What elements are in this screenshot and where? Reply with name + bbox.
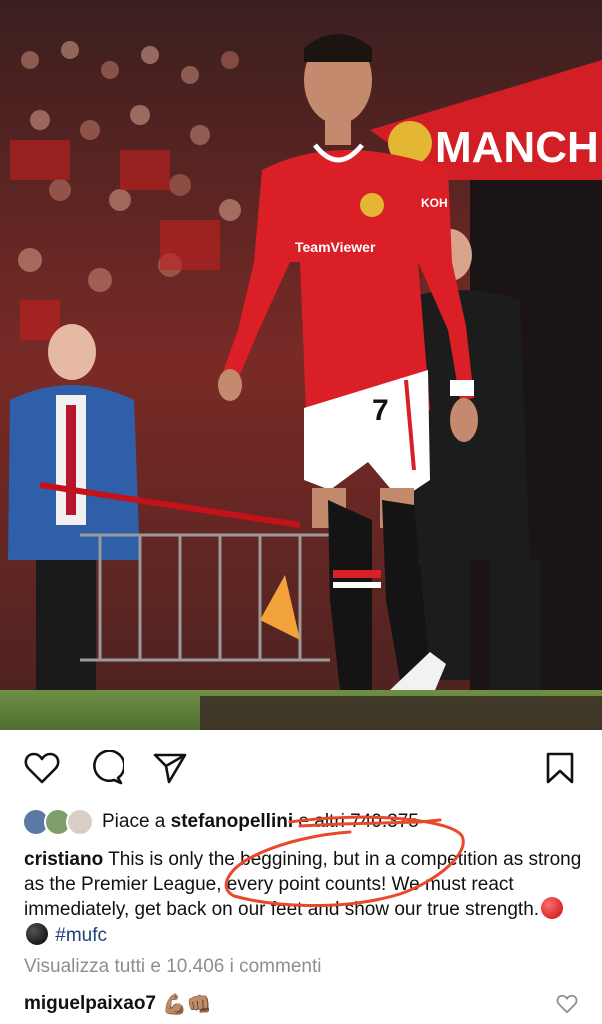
caption-text: This is only the beggining, but in a com… xyxy=(24,849,582,920)
comment-icon[interactable] xyxy=(86,748,126,788)
bookmark-icon[interactable] xyxy=(540,748,580,788)
black-circle-emoji-icon xyxy=(26,922,48,945)
comment-emoji-text: 💪🏽👊🏽 xyxy=(162,993,212,1016)
shirt-number-text: 7 xyxy=(372,394,389,427)
caption-username[interactable]: cristiano xyxy=(24,849,103,870)
comment-heart-icon[interactable] xyxy=(556,994,578,1016)
shirt-brand-text: KOH xyxy=(421,196,448,210)
post-caption: cristiano This is only the beggining, bu… xyxy=(24,848,584,948)
avatar xyxy=(66,808,94,836)
likes-suffix: e altri 740.375 xyxy=(293,811,419,832)
likes-prefix: Piace a xyxy=(102,811,171,832)
stadium-banner-text: MANCH xyxy=(435,123,599,172)
red-circle-emoji-icon xyxy=(541,897,564,919)
view-all-comments-link[interactable]: Visualizza tutti e 10.406 i commenti xyxy=(24,956,321,978)
comment-row: miguelpaixao7 💪🏽👊🏽 xyxy=(24,990,584,1018)
send-icon[interactable] xyxy=(150,748,190,788)
likes-row[interactable]: Piace a stefanopellini e altri 740.375 xyxy=(22,806,419,838)
post-photo[interactable]: MANCH TeamViewer KOH 7 xyxy=(0,0,602,730)
comment-username[interactable]: miguelpaixao7 xyxy=(24,993,156,1015)
post-photo-illustration: MANCH TeamViewer KOH 7 xyxy=(0,0,602,730)
likes-user-link[interactable]: stefanopellini xyxy=(171,811,293,832)
heart-icon[interactable] xyxy=(22,748,62,788)
likes-count-text: Piace a stefanopellini e altri 740.375 xyxy=(102,811,419,833)
shirt-sponsor-text: TeamViewer xyxy=(295,239,376,255)
post-action-bar xyxy=(0,740,602,796)
liker-avatars xyxy=(22,807,98,837)
hashtag-link[interactable]: #mufc xyxy=(55,925,107,946)
